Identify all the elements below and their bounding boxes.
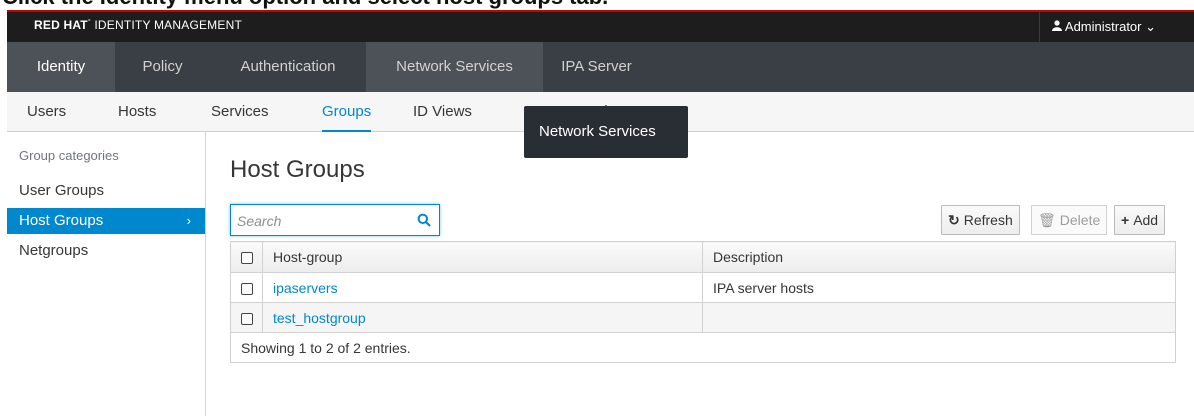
user-icon (1052, 19, 1062, 34)
host-group-link[interactable]: test_hostgroup (273, 310, 366, 326)
host-group-link[interactable]: ipaservers (273, 280, 338, 296)
refresh-label: Refresh (963, 212, 1013, 228)
host-group-cell: ipaservers (262, 272, 703, 303)
trash-icon: 🗑 (1038, 212, 1056, 228)
refresh-button[interactable]: ↻ Refresh (941, 205, 1020, 235)
user-menu[interactable]: Administrator ⌄ (1039, 12, 1194, 42)
row-checkbox[interactable] (240, 312, 253, 325)
brand-bar: RED HAT° IDENTITY MANAGEMENT Administrat… (7, 10, 1194, 42)
table-row: test_hostgroup (230, 302, 1176, 333)
brand-logo: RED HAT° IDENTITY MANAGEMENT (34, 18, 242, 32)
table-header-row: Host-group Description (230, 241, 1176, 273)
row-checkbox-cell (230, 302, 263, 333)
table-footer-row: Showing 1 to 2 of 2 entries. (230, 332, 1176, 363)
refresh-icon: ↻ (948, 212, 960, 228)
sidebar: Group categories User Groups Host Groups… (7, 132, 206, 416)
column-header-host-group[interactable]: Host-group (262, 241, 703, 273)
chevron-down-icon: ⌄ (1145, 19, 1157, 34)
search-icon[interactable] (417, 212, 431, 231)
sidebar-item-user-groups[interactable]: User Groups (7, 178, 205, 204)
sidebar-item-label: Netgroups (19, 242, 89, 259)
add-label: Add (1133, 212, 1159, 228)
subtab-groups[interactable]: Groups (322, 92, 372, 132)
tab-policy[interactable]: Policy (115, 42, 210, 92)
page-title: Host Groups (230, 156, 365, 183)
tooltip: Network Services (524, 106, 688, 158)
user-name: Administrator (1064, 19, 1142, 34)
tab-authentication[interactable]: Authentication (210, 42, 366, 92)
subtab-id-views[interactable]: ID Views (413, 92, 472, 132)
delete-label: Delete (1059, 212, 1101, 228)
subtab-hosts[interactable]: Hosts (118, 92, 156, 132)
row-checkbox-cell (230, 272, 263, 303)
host-groups-table: Host-group Description ipaservers IPA se… (230, 241, 1176, 363)
add-button[interactable]: + Add (1114, 205, 1166, 235)
sidebar-item-host-groups[interactable]: Host Groups › (7, 208, 205, 234)
table-row: ipaservers IPA server hosts (230, 272, 1176, 303)
instruction-caption: Click the Identity menu option and selec… (0, 0, 1194, 10)
select-all-checkbox[interactable] (240, 252, 253, 265)
delete-button[interactable]: 🗑 Delete (1031, 205, 1108, 235)
description-cell (702, 302, 1176, 333)
search-input[interactable] (237, 211, 407, 231)
description-cell: IPA server hosts (702, 272, 1176, 303)
column-header-description[interactable]: Description (702, 241, 1176, 273)
brand-bold: RED HAT (34, 18, 88, 32)
select-all-cell (230, 241, 263, 273)
tab-identity[interactable]: Identity (7, 42, 115, 92)
plus-icon: + (1121, 212, 1130, 228)
sidebar-heading: Group categories (19, 148, 119, 163)
sidebar-item-label: Host Groups (19, 212, 104, 229)
chevron-right-icon: › (186, 213, 191, 228)
search-box (230, 204, 440, 236)
caption-text: Click the Identity menu option and selec… (2, 0, 608, 10)
subtab-users[interactable]: Users (27, 92, 66, 132)
sidebar-item-netgroups[interactable]: Netgroups (7, 238, 205, 264)
main-nav: Identity Policy Authentication Network S… (7, 42, 1194, 92)
sidebar-item-label: User Groups (19, 182, 105, 199)
host-group-cell: test_hostgroup (262, 302, 703, 333)
row-checkbox[interactable] (240, 282, 253, 295)
table-footer: Showing 1 to 2 of 2 entries. (230, 332, 1176, 363)
subtab-services[interactable]: Services (211, 92, 269, 132)
tab-network-services[interactable]: Network Services (366, 42, 543, 92)
brand-rest: IDENTITY MANAGEMENT (94, 18, 242, 32)
tab-ipa-server[interactable]: IPA Server (543, 42, 650, 92)
